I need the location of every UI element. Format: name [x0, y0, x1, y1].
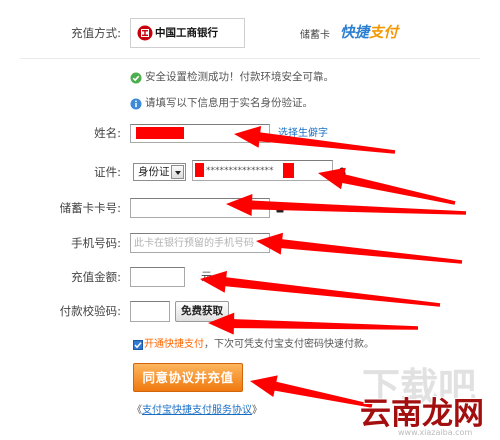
watermark-site: 云南龙网 — [360, 396, 484, 432]
bank-name: 中国工商银行 — [155, 27, 218, 39]
lock-icon — [338, 167, 346, 178]
quickpay-logo-part1: 快捷 — [340, 25, 369, 41]
separator — [20, 58, 480, 59]
agreement-link[interactable]: 支付宝快捷支付服务协议 — [142, 405, 252, 416]
redaction-block — [136, 127, 184, 139]
id-label: 证件: — [94, 165, 121, 179]
security-notice: 安全设置检测成功！付款环境安全可靠。 — [145, 71, 334, 83]
verification-code-input[interactable] — [130, 301, 170, 322]
watermark-url: www.xiazaiba.com — [398, 428, 473, 437]
red-arrow-4 — [256, 232, 463, 264]
red-arrow-7 — [250, 375, 373, 408]
phone-input[interactable] — [130, 233, 270, 253]
quickpay-option-description: ，下次可凭支付宝支付密码快速付款。 — [204, 339, 374, 350]
payment-method-label: 充值方式: — [71, 26, 121, 40]
amount-label: 充值金额: — [71, 270, 121, 284]
quickpay-logo: 快捷支付 — [340, 24, 398, 42]
card-number-label: 储蓄卡卡号: — [59, 201, 121, 215]
amount-unit: 元 — [201, 270, 212, 283]
payment-page: { "payment_method": { "label": "充值方式:", … — [0, 0, 500, 440]
checkbox-checked-icon[interactable] — [133, 340, 143, 350]
quickpay-logo-part2: 支付 — [369, 25, 398, 41]
agreement-bracket-open: 《 — [132, 405, 142, 416]
phone-label: 手机号码: — [71, 236, 121, 250]
chevron-down-icon[interactable] — [171, 165, 184, 179]
card-type-label: 储蓄卡 — [300, 30, 330, 41]
rare-character-link[interactable]: 选择生僻字 — [278, 127, 328, 140]
redaction-block — [283, 163, 294, 178]
agreement-bracket-close: 》 — [252, 405, 262, 416]
info-icon — [130, 98, 142, 110]
amount-input[interactable] — [130, 267, 185, 287]
quickpay-option-highlight[interactable]: 开通快捷支付 — [144, 339, 204, 350]
check-circle-icon — [130, 72, 142, 84]
name-label: 姓名: — [94, 126, 121, 140]
identity-info-notice: 请填写以下信息用于实名身份验证。 — [145, 97, 313, 109]
agree-and-recharge-button[interactable]: 同意协议并充值 — [133, 363, 243, 392]
id-type-select[interactable]: 身份证 — [133, 163, 186, 181]
icbc-logo-icon — [137, 25, 153, 41]
agreement-line: 《支付宝快捷支付服务协议》 — [132, 404, 262, 417]
redaction-block — [195, 163, 204, 177]
bank-selector[interactable]: 中国工商银行 — [130, 18, 245, 48]
verification-code-label: 付款校验码: — [59, 304, 121, 318]
card-number-input[interactable] — [130, 198, 270, 218]
quickpay-option-text: 开通快捷支付，下次可凭支付宝支付密码快速付款。 — [144, 338, 374, 351]
red-arrow-6 — [208, 312, 418, 335]
red-arrow-5 — [200, 270, 441, 307]
id-number-input[interactable] — [192, 160, 333, 181]
id-type-selected: 身份证 — [138, 166, 170, 178]
lock-icon — [276, 202, 284, 213]
get-code-button[interactable]: 免费获取 — [175, 301, 229, 322]
